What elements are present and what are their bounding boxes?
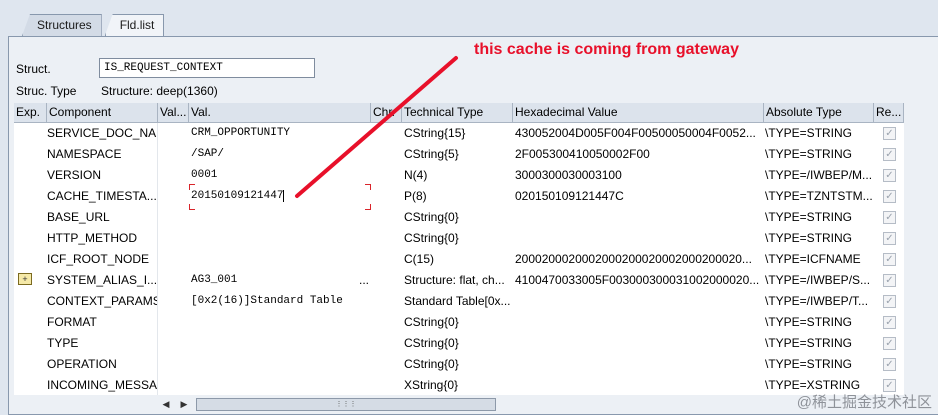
scrollbar-thumb[interactable]: ⋮⋮⋮ [196, 398, 496, 411]
watermark: @稀土掘金技术社区 [796, 394, 932, 411]
horizontal-scrollbar[interactable]: ◀ ▶ ⋮⋮⋮ [156, 396, 906, 413]
scroll-right-icon[interactable]: ▶ [178, 398, 190, 411]
annotation-arrow [295, 56, 458, 198]
scroll-left-icon[interactable]: ◀ [160, 398, 172, 411]
